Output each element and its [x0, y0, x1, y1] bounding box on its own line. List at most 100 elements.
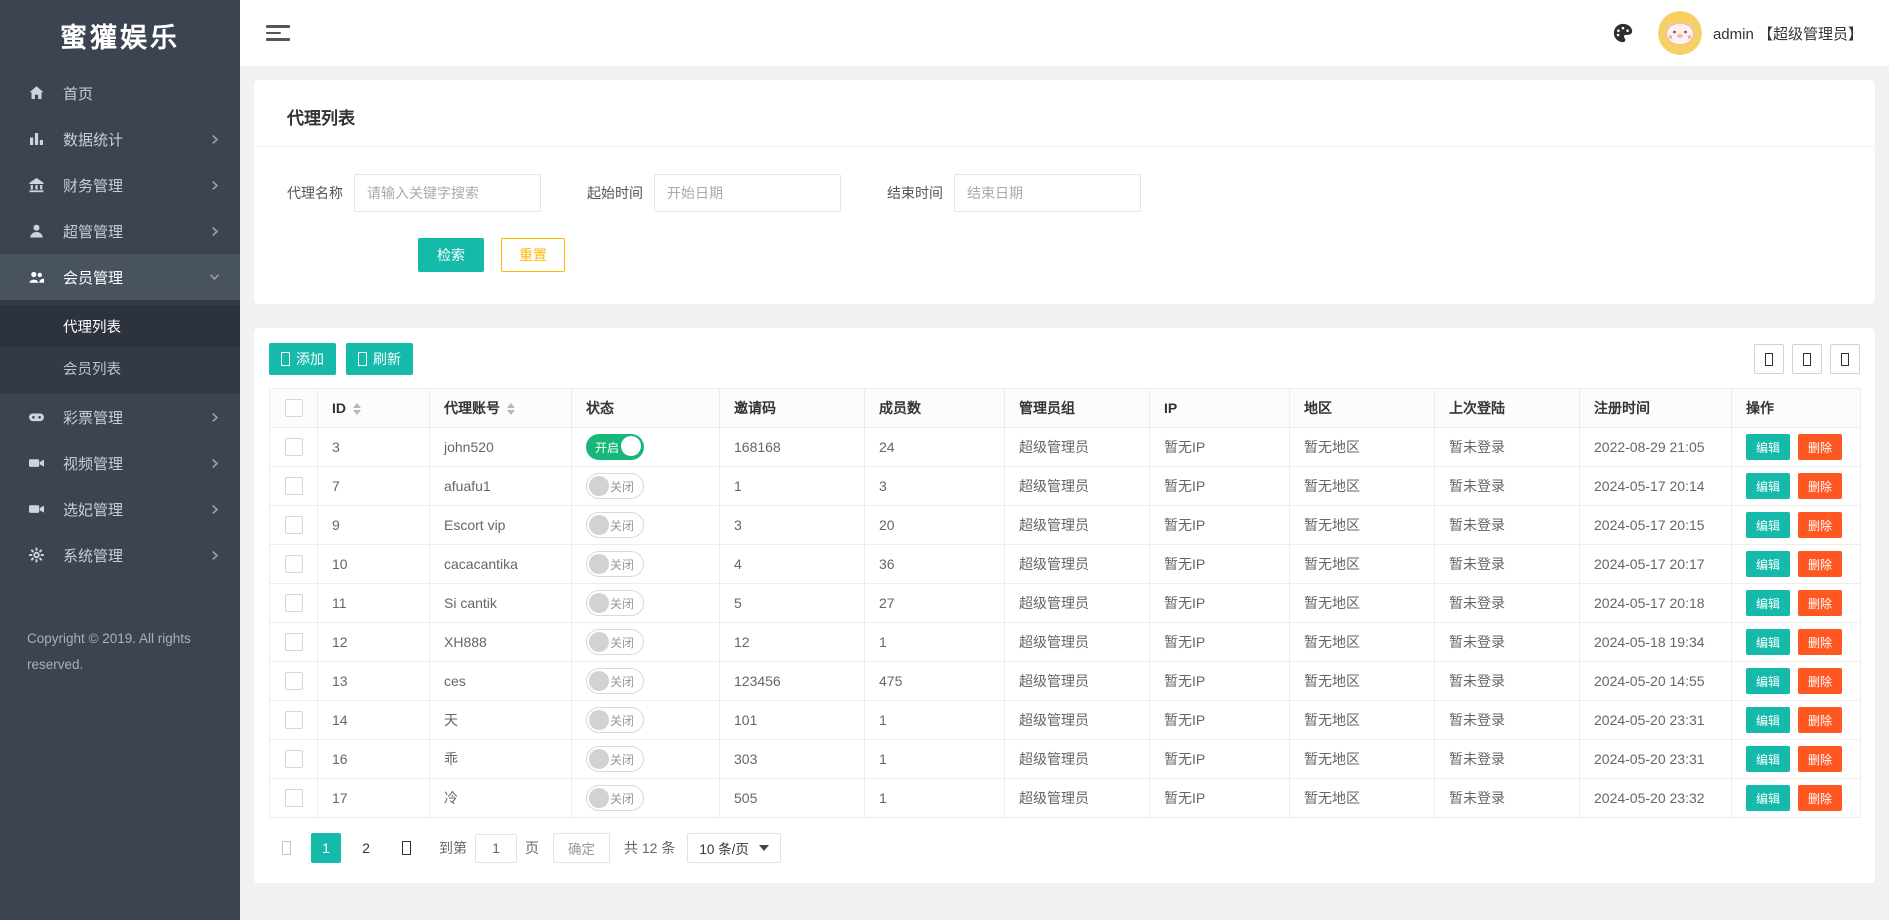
row-checkbox[interactable]	[285, 477, 303, 495]
export-icon	[1803, 353, 1811, 366]
edit-button[interactable]: 编辑	[1746, 629, 1790, 655]
agent-name-input[interactable]	[354, 174, 541, 212]
user-avatar[interactable]	[1658, 11, 1702, 55]
edit-button[interactable]: 编辑	[1746, 590, 1790, 616]
status-toggle[interactable]: 关闭	[586, 668, 644, 694]
cell-status: 关闭	[572, 623, 720, 662]
sidebar-item-stats[interactable]: 数据统计	[0, 116, 240, 162]
edit-button[interactable]: 编辑	[1746, 551, 1790, 577]
edit-button[interactable]: 编辑	[1746, 512, 1790, 538]
cell-group: 超级管理员	[1005, 545, 1150, 584]
filter-columns-icon	[1765, 353, 1773, 366]
edit-button[interactable]: 编辑	[1746, 434, 1790, 460]
page-button-2[interactable]: 2	[351, 833, 381, 863]
topbar-right: admin 【超级管理员】	[1612, 11, 1863, 55]
cell-region: 暂无地区	[1290, 662, 1435, 701]
end-date-input[interactable]	[954, 174, 1141, 212]
sidebar-item-system[interactable]: 系统管理	[0, 532, 240, 578]
status-toggle[interactable]: 关闭	[586, 785, 644, 811]
sort-icon[interactable]	[353, 403, 361, 415]
page-button-1[interactable]: 1	[311, 833, 341, 863]
next-page-button[interactable]	[391, 833, 421, 863]
page-size-select[interactable]: 10 条/页	[687, 833, 781, 863]
cell-members: 20	[865, 506, 1005, 545]
sidebar-menu: 首页数据统计财务管理超管管理会员管理代理列表会员列表彩票管理视频管理选妃管理系统…	[0, 70, 240, 578]
goto-page-input[interactable]	[475, 834, 517, 863]
admin-label[interactable]: admin 【超级管理员】	[1713, 23, 1863, 44]
refresh-button[interactable]: 刷新	[346, 343, 413, 375]
add-button[interactable]: 添加	[269, 343, 336, 375]
sort-icon[interactable]	[507, 403, 515, 415]
toggle-knob	[589, 515, 609, 535]
edit-button[interactable]: 编辑	[1746, 707, 1790, 733]
select-all-checkbox[interactable]	[285, 399, 303, 417]
row-checkbox[interactable]	[285, 750, 303, 768]
sidebar-item-xuanfei[interactable]: 选妃管理	[0, 486, 240, 532]
cell-last-login: 暂未登录	[1435, 701, 1580, 740]
sidebar-item-home[interactable]: 首页	[0, 70, 240, 116]
delete-button[interactable]: 删除	[1798, 434, 1842, 460]
delete-button[interactable]: 删除	[1798, 551, 1842, 577]
sidebar-subitem-member-list[interactable]: 会员列表	[0, 347, 240, 389]
status-toggle[interactable]: 关闭	[586, 629, 644, 655]
row-checkbox[interactable]	[285, 789, 303, 807]
cell-region: 暂无地区	[1290, 779, 1435, 818]
table-row: 14天关闭1011超级管理员暂无IP暂无地区暂未登录2024-05-20 23:…	[270, 701, 1861, 740]
pagination: 1 2 到第 页 确定 共 12 条 10 条/页	[269, 833, 1860, 863]
row-checkbox[interactable]	[285, 672, 303, 690]
search-button[interactable]: 检索	[418, 238, 484, 272]
delete-button[interactable]: 删除	[1798, 473, 1842, 499]
prev-page-button[interactable]	[271, 833, 301, 863]
confirm-page-button[interactable]: 确定	[553, 833, 610, 863]
sidebar-item-video[interactable]: 视频管理	[0, 440, 240, 486]
cell-status: 开启	[572, 428, 720, 467]
status-toggle[interactable]: 关闭	[586, 512, 644, 538]
status-toggle[interactable]: 关闭	[586, 746, 644, 772]
row-checkbox[interactable]	[285, 594, 303, 612]
toggle-knob	[589, 671, 609, 691]
row-checkbox[interactable]	[285, 516, 303, 534]
column-header-last-login: 上次登陆	[1435, 389, 1580, 428]
row-checkbox[interactable]	[285, 711, 303, 729]
export-button[interactable]	[1792, 344, 1822, 374]
delete-button[interactable]: 删除	[1798, 668, 1842, 694]
edit-button[interactable]: 编辑	[1746, 473, 1790, 499]
status-toggle[interactable]: 关闭	[586, 473, 644, 499]
sidebar-item-finance[interactable]: 财务管理	[0, 162, 240, 208]
row-checkbox[interactable]	[285, 438, 303, 456]
delete-button[interactable]: 删除	[1798, 590, 1842, 616]
sidebar-item-members[interactable]: 会员管理	[0, 254, 240, 300]
start-date-input[interactable]	[654, 174, 841, 212]
edit-button[interactable]: 编辑	[1746, 668, 1790, 694]
chevron-right-icon	[210, 504, 220, 515]
status-toggle[interactable]: 关闭	[586, 707, 644, 733]
theme-palette-icon[interactable]	[1612, 22, 1634, 44]
menu-toggle-icon[interactable]	[266, 25, 290, 41]
print-button[interactable]	[1830, 344, 1860, 374]
delete-button[interactable]: 删除	[1798, 512, 1842, 538]
filter-columns-button[interactable]	[1754, 344, 1784, 374]
sidebar-subitem-agent-list[interactable]: 代理列表	[0, 305, 240, 347]
delete-button[interactable]: 删除	[1798, 785, 1842, 811]
delete-button[interactable]: 删除	[1798, 707, 1842, 733]
row-checkbox[interactable]	[285, 555, 303, 573]
sidebar-item-lottery[interactable]: 彩票管理	[0, 394, 240, 440]
edit-button[interactable]: 编辑	[1746, 746, 1790, 772]
cell-checkbox	[270, 701, 318, 740]
sidebar-item-supermgr[interactable]: 超管管理	[0, 208, 240, 254]
delete-button[interactable]: 删除	[1798, 629, 1842, 655]
table-row: 12XH888关闭121超级管理员暂无IP暂无地区暂未登录2024-05-18 …	[270, 623, 1861, 662]
cell-reg-time: 2024-05-17 20:15	[1580, 506, 1732, 545]
reset-button[interactable]: 重置	[501, 238, 565, 272]
cell-actions: 编辑删除	[1732, 467, 1861, 506]
status-toggle[interactable]: 关闭	[586, 590, 644, 616]
video-icon	[27, 455, 46, 472]
column-header-account[interactable]: 代理账号	[430, 389, 572, 428]
cell-status: 关闭	[572, 779, 720, 818]
status-toggle[interactable]: 关闭	[586, 551, 644, 577]
edit-button[interactable]: 编辑	[1746, 785, 1790, 811]
status-toggle[interactable]: 开启	[586, 434, 644, 460]
column-header-id[interactable]: ID	[318, 389, 430, 428]
row-checkbox[interactable]	[285, 633, 303, 651]
delete-button[interactable]: 删除	[1798, 746, 1842, 772]
